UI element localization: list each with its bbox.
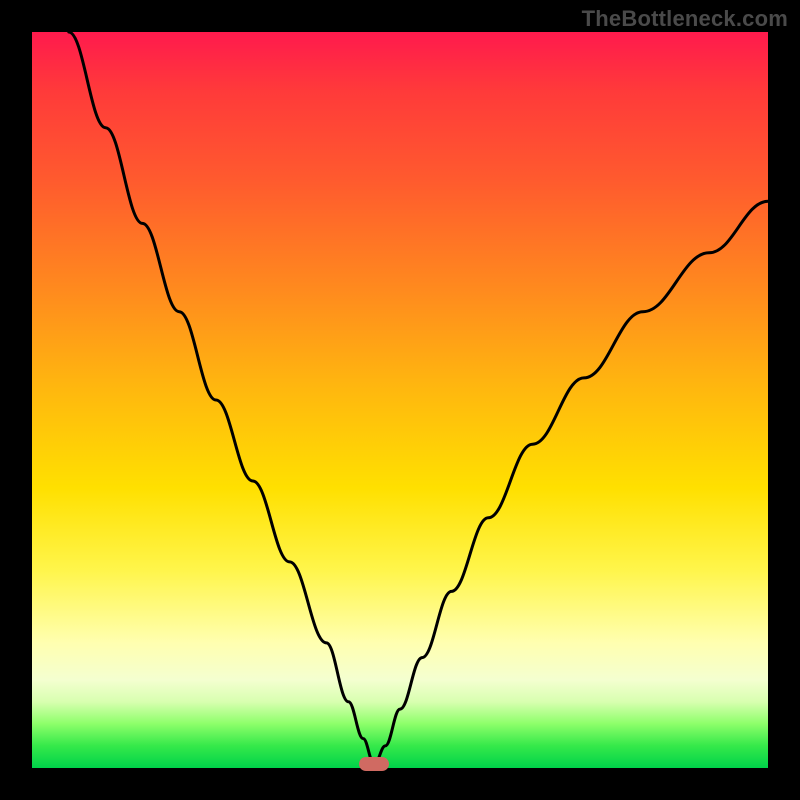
curve-path <box>69 32 768 764</box>
plot-area <box>32 32 768 768</box>
chart-frame: TheBottleneck.com <box>0 0 800 800</box>
bottleneck-curve <box>32 32 768 768</box>
optimum-marker <box>359 757 389 771</box>
watermark-text: TheBottleneck.com <box>582 6 788 32</box>
